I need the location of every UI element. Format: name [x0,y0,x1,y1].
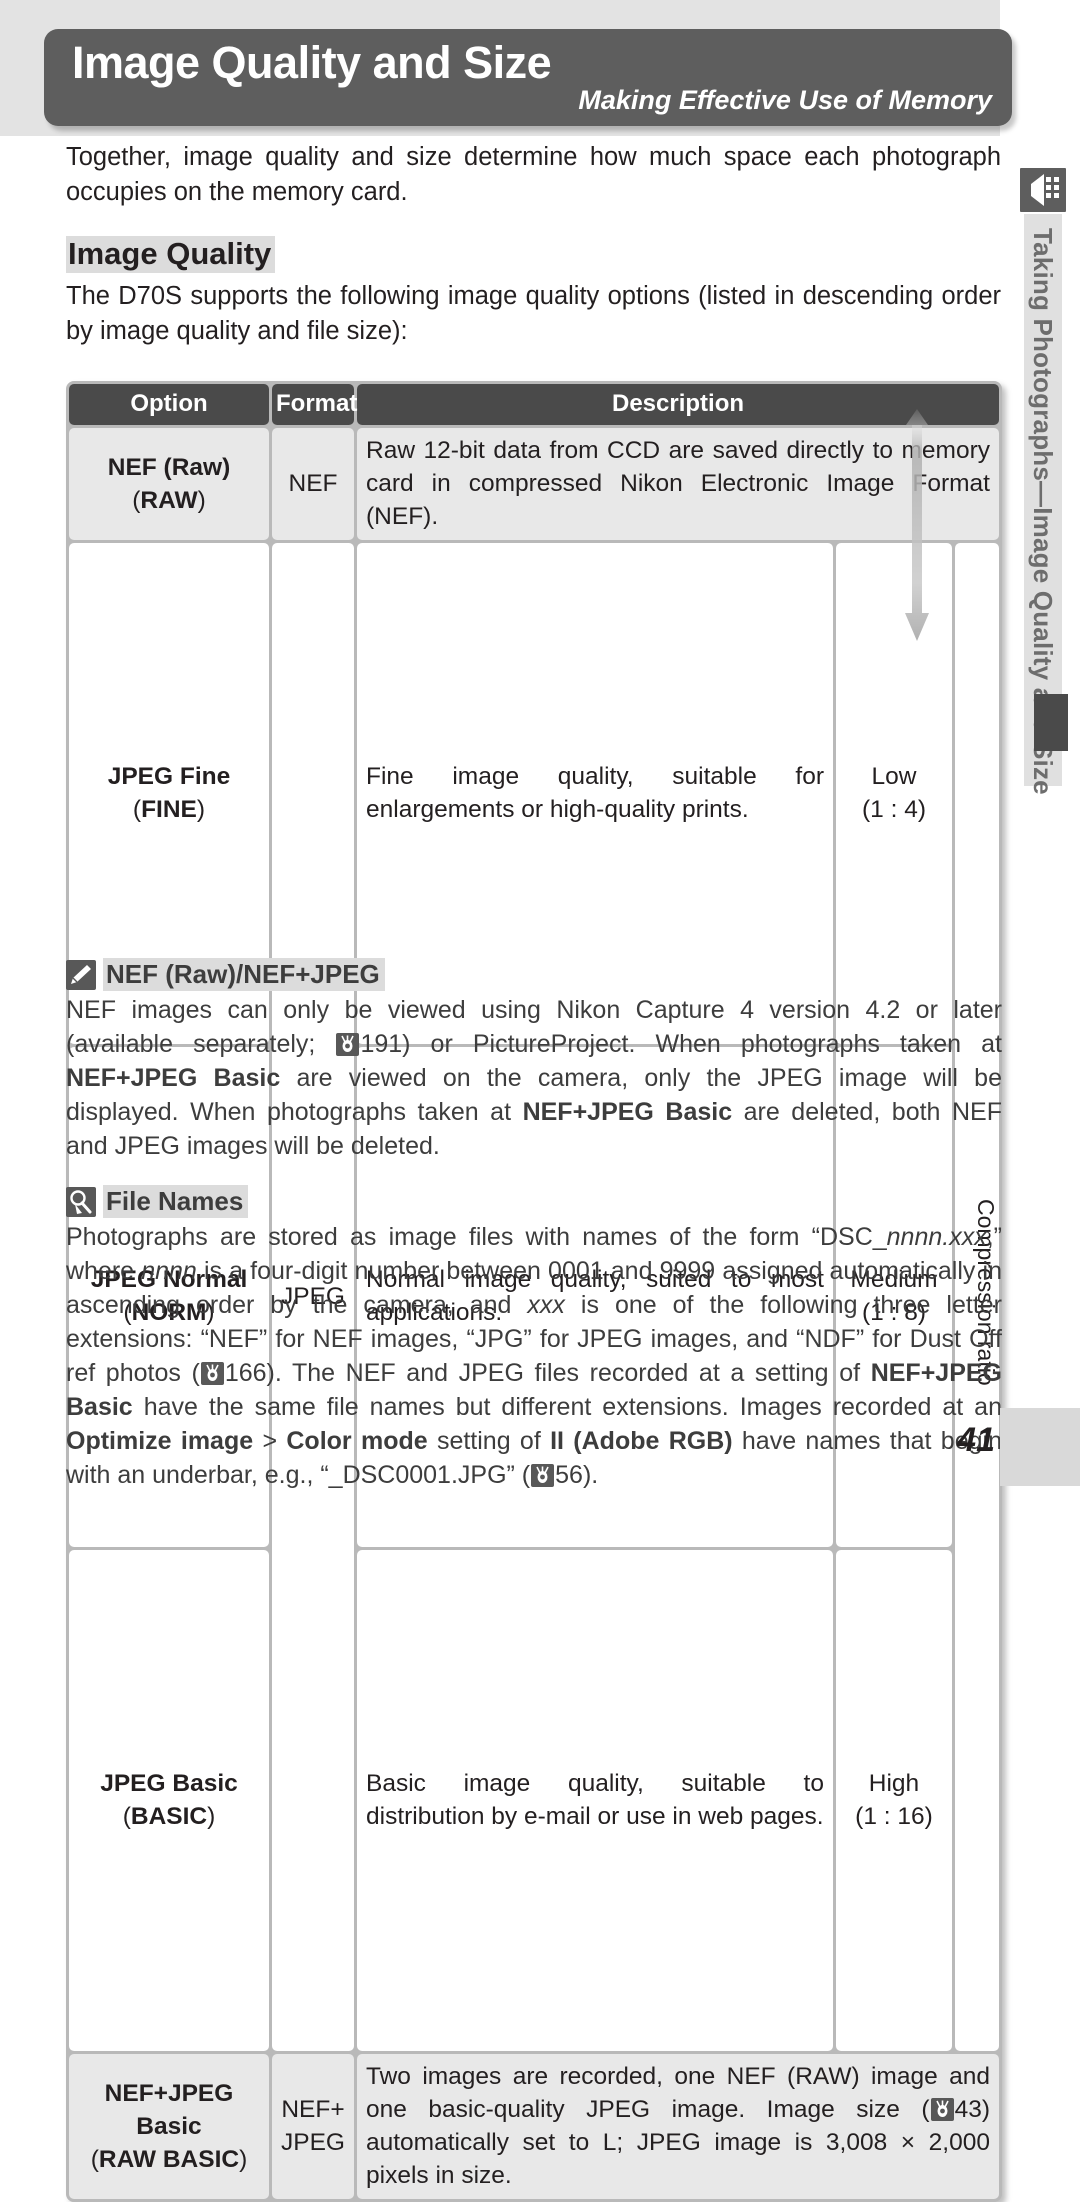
ratio-level: High [869,1770,919,1797]
page-subtitle: Making Effective Use of Memory [578,85,992,116]
cell-compression: High (1 : 16) [836,1550,952,2051]
cell-description: Raw 12-bit data from CCD are saved direc… [357,428,999,540]
ratio-value: (1 : 16) [855,1803,933,1830]
ratio-value: (1 : 4) [862,796,926,823]
intro-paragraph: Together, image quality and size determi… [66,140,1001,210]
table-header-row: Option Format Description [69,384,999,425]
header-description: Description [357,384,999,425]
flash-camera-icon [1020,168,1066,212]
section-heading-image-quality: Image Quality [66,236,275,273]
magnifier-icon [66,1187,96,1217]
note-body: NEF images can only be viewed using Niko… [66,993,1002,1163]
chapter-sidebar-tab: Taking Photographs—Image Quality and Siz… [1020,168,1068,212]
pencil-icon [66,960,96,990]
cell-option: JPEG Basic (BASIC) [69,1550,269,2051]
note-text: setting of [428,1427,550,1455]
desc-page-ref: 43 [955,2096,982,2123]
section-paragraph: The D70S supports the following image qu… [66,279,1001,349]
page-reference-icon [931,2098,954,2121]
option-code: (FINE) [133,796,205,823]
main-content: Together, image quality and size determi… [66,140,1001,349]
cell-format: NEF+JPEG [272,2054,354,2199]
note-bold: Optimize image [66,1427,253,1455]
table-row: NEF (Raw) (RAW) NEF Raw 12-bit data from… [69,428,999,540]
page-number: 41 [957,1421,995,1460]
note-text: ). The NEF and JPEG files recorded at a … [267,1359,871,1387]
note-bold: II (Adobe RGB) [550,1427,733,1455]
note-nef-raw: NEF (Raw)/NEF+JPEG NEF images can only b… [66,958,1002,1163]
note-bold: NEF+JPEG Basic [66,1064,280,1092]
page-reference-icon [336,1033,359,1056]
option-code: (RAW) [132,487,206,514]
note-bold: Color mode [286,1427,427,1455]
note-text: have the same file names but different e… [133,1393,1002,1421]
note-body: Photographs are stored as image files wi… [66,1220,1002,1492]
note-text: > [253,1427,286,1455]
cell-option: NEF (Raw) (RAW) [69,428,269,540]
cell-format: NEF [272,428,354,540]
note-file-names: File Names Photographs are stored as ima… [66,1185,1002,1492]
note-page-ref: 56 [555,1461,583,1489]
note-header: File Names [66,1185,1002,1218]
page-reference-icon [531,1464,554,1487]
note-italic: nnnn.xxx [887,1223,987,1251]
ratio-level: Low [872,763,917,790]
notes-section: NEF (Raw)/NEF+JPEG NEF images can only b… [66,958,1002,1510]
note-page-ref: 166 [225,1359,267,1387]
sidebar-page-marker [1034,694,1068,751]
cell-description: Basic image quality, suitable to distrib… [357,1550,833,2051]
note-italic: xxx [527,1291,565,1319]
note-text: Photographs are stored as image files wi… [66,1223,887,1251]
option-name: JPEG Basic [100,1770,238,1797]
option-name: NEF+JPEGBasic [105,2080,234,2140]
note-header: NEF (Raw)/NEF+JPEG [66,958,1002,991]
option-code: (RAW BASIC) [91,2146,248,2173]
page-title: Image Quality and Size [72,37,551,89]
note-bold: NEF+JPEG Basic [523,1098,733,1126]
note-page-ref: 191 [360,1030,402,1058]
page-reference-icon [201,1362,224,1385]
desc-pre: Two images are recorded, one NEF (RAW) i… [366,2063,990,2123]
option-name: NEF (Raw) [108,454,231,481]
cell-option: NEF+JPEGBasic (RAW BASIC) [69,2054,269,2199]
option-name: JPEG Fine [108,763,231,790]
note-text: ) or PictureProject. When photographs ta… [402,1030,1002,1058]
note-title: File Names [103,1185,248,1218]
table-row: JPEG Basic (BASIC) Basic image quality, … [69,1550,999,2051]
header-option: Option [69,384,269,425]
page-header-banner: Image Quality and Size Making Effective … [44,29,1012,126]
note-title: NEF (Raw)/NEF+JPEG [103,958,385,991]
footer-gray-band [1000,1408,1080,1486]
note-italic: nnnn [141,1257,197,1285]
cell-description: Two images are recorded, one NEF (RAW) i… [357,2054,999,2199]
table-row: NEF+JPEGBasic (RAW BASIC) NEF+JPEG Two i… [69,2054,999,2199]
note-text: ). [583,1461,598,1489]
header-format: Format [272,384,354,425]
option-code: (BASIC) [123,1803,216,1830]
